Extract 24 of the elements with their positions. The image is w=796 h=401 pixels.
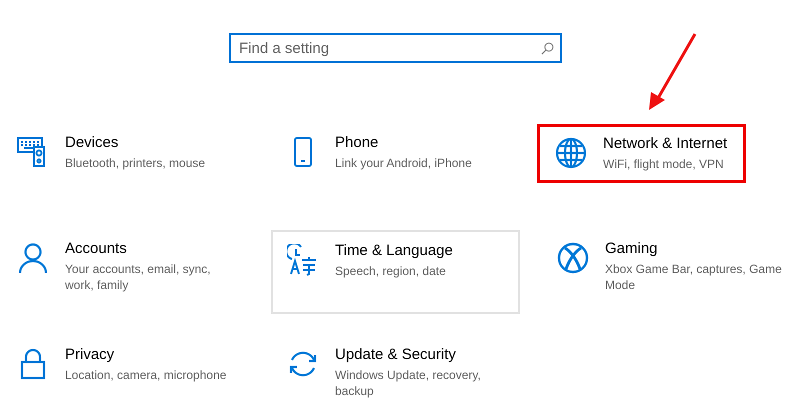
x-ball-icon	[557, 242, 589, 274]
tile-title: Network & Internet	[603, 135, 728, 152]
settings-tile[interactable]: Network & Internet WiFi, flight mode, VPN	[537, 124, 746, 183]
search-icon	[541, 42, 554, 55]
tile-title: Phone	[335, 134, 380, 151]
tile-description: Xbox Game Bar, captures, Game Mode	[605, 261, 783, 293]
tile-title: Gaming	[605, 240, 659, 257]
tile-description: Link your Android, iPhone	[335, 155, 473, 171]
tile-title: Update & Security	[335, 346, 457, 363]
tile-title: Devices	[65, 134, 120, 151]
tile-description: Speech, region, date	[335, 263, 447, 279]
person-icon	[17, 242, 49, 274]
globe-icon	[555, 137, 587, 169]
tile-description: Windows Update, recovery, backup	[335, 367, 482, 399]
search-field[interactable]: Find a setting	[229, 33, 562, 63]
settings-tile[interactable]: Time & Language Speech, region, date	[271, 230, 520, 314]
tile-description: Location, camera, microphone	[65, 367, 228, 383]
tile-title: Time & Language	[335, 242, 454, 259]
tile-title: Privacy	[65, 346, 116, 363]
tile-title: Accounts	[65, 240, 128, 257]
clock-language-icon	[287, 244, 319, 276]
tile-description: Bluetooth, printers, mouse	[65, 155, 206, 171]
tile-description: WiFi, flight mode, VPN	[603, 156, 725, 172]
tile-description: Your accounts, email, sync, work, family	[65, 261, 212, 293]
